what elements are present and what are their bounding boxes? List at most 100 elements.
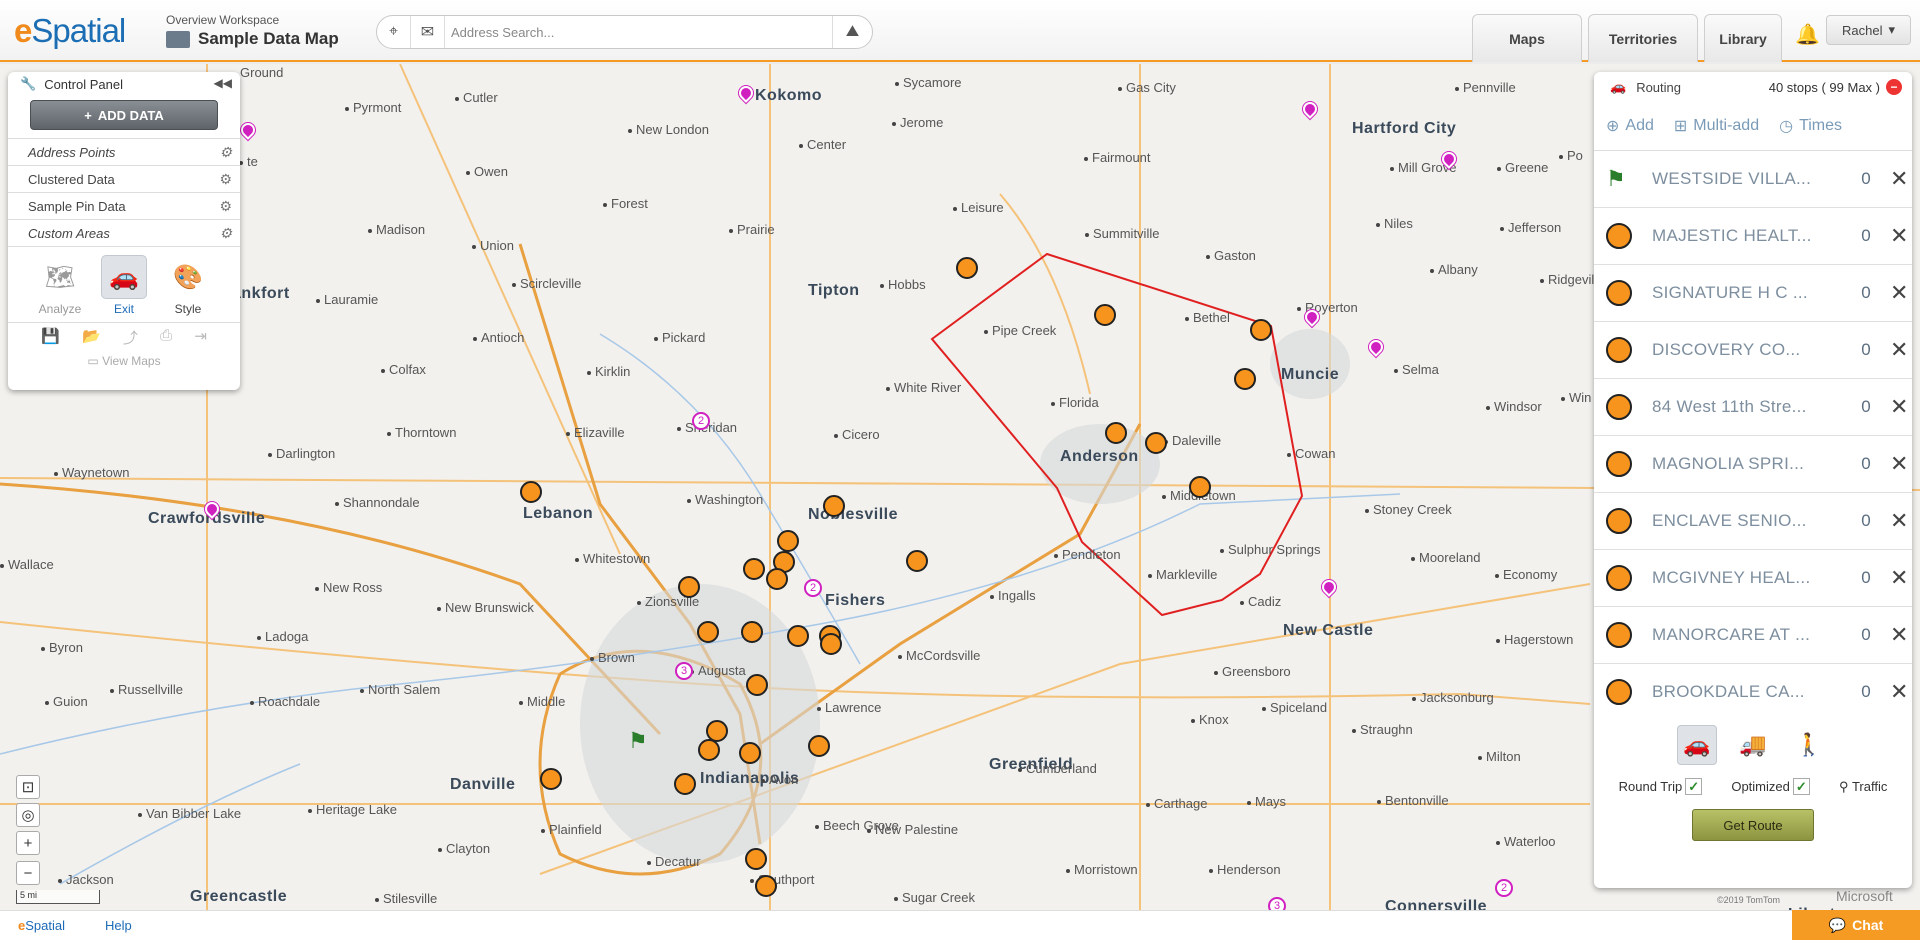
route-stop-marker[interactable] xyxy=(698,739,720,761)
print-icon[interactable]: ⎙ xyxy=(160,327,172,348)
route-stop-marker[interactable] xyxy=(808,735,830,757)
route-stop-marker[interactable] xyxy=(766,568,788,590)
remove-stop-icon[interactable]: ✕ xyxy=(1890,337,1908,363)
gear-icon[interactable]: ⚙ xyxy=(219,198,232,215)
gear-icon[interactable]: ⚙ xyxy=(219,144,232,161)
stop-row[interactable]: MANORCARE AT ... 0 ✕ xyxy=(1594,607,1912,664)
stop-row[interactable]: MAJESTIC HEALT... 0 ✕ xyxy=(1594,208,1912,265)
multi-add-button[interactable]: ⊞ Multi-add xyxy=(1674,116,1759,136)
start-flag-icon[interactable]: ⚑ xyxy=(628,728,648,754)
stop-marker-icon[interactable] xyxy=(1606,280,1632,306)
cluster-marker[interactable]: 2 xyxy=(804,579,822,597)
stop-marker-icon[interactable] xyxy=(1606,451,1632,477)
route-stop-marker[interactable] xyxy=(746,674,768,696)
stop-row[interactable]: ⚑ WESTSIDE VILLA... 0 ✕ xyxy=(1594,151,1912,208)
route-stop-marker[interactable] xyxy=(1145,432,1167,454)
cluster-marker[interactable]: 2 xyxy=(692,412,710,430)
optimized-option[interactable]: Optimized ✓ xyxy=(1731,778,1810,795)
gear-icon[interactable]: ⚙ xyxy=(219,225,232,242)
stop-list[interactable]: ⚑ WESTSIDE VILLA... 0 ✕ MAJESTIC HEALT... 0 ✕ S… xyxy=(1594,151,1912,711)
route-stop-marker[interactable] xyxy=(1250,319,1272,341)
stop-row[interactable]: MCGIVNEY HEAL... 0 ✕ xyxy=(1594,550,1912,607)
car-mode-icon[interactable]: 🚗 xyxy=(1677,725,1717,765)
message-pin-icon[interactable]: ✉ xyxy=(411,16,445,48)
remove-stop-icon[interactable]: ✕ xyxy=(1890,622,1908,648)
get-route-button[interactable]: Get Route xyxy=(1692,809,1814,841)
control-panel-header[interactable]: 🔧 Control Panel xyxy=(8,72,240,96)
tab-territories[interactable]: Territories xyxy=(1588,14,1698,62)
route-stop-marker[interactable] xyxy=(743,558,765,580)
locate-icon[interactable]: ◎ xyxy=(16,803,40,827)
route-stop-marker[interactable] xyxy=(1105,422,1127,444)
stop-row[interactable]: DISCOVERY CO... 0 ✕ xyxy=(1594,322,1912,379)
cluster-marker[interactable]: 3 xyxy=(1268,897,1286,910)
remove-stop-icon[interactable]: ✕ xyxy=(1890,565,1908,591)
stop-marker-icon[interactable] xyxy=(1606,622,1632,648)
truck-mode-icon[interactable]: 🚚 xyxy=(1733,725,1773,765)
route-stop-marker[interactable] xyxy=(697,621,719,643)
stop-marker-icon[interactable] xyxy=(1606,394,1632,420)
remove-stop-icon[interactable]: ✕ xyxy=(1890,280,1908,306)
pin-search-icon[interactable]: ⌖ xyxy=(377,16,411,48)
zoom-in-button[interactable]: + xyxy=(16,831,40,855)
tab-library[interactable]: Library xyxy=(1704,14,1782,62)
tool-exit[interactable]: 🚗 Exit xyxy=(99,255,149,316)
save-icon[interactable]: 💾 xyxy=(41,327,60,348)
add-data-button[interactable]: + ADD DATA xyxy=(30,100,218,130)
tab-maps[interactable]: Maps xyxy=(1472,14,1582,62)
times-button[interactable]: ◷ Times xyxy=(1779,116,1842,136)
remove-stop-icon[interactable]: ✕ xyxy=(1890,451,1908,477)
route-stop-marker[interactable] xyxy=(741,621,763,643)
add-stop-button[interactable]: ⊕ Add xyxy=(1606,116,1654,136)
layer-sample-pin-data[interactable]: Sample Pin Data ⚙ xyxy=(8,192,240,219)
cluster-marker[interactable]: 2 xyxy=(1495,879,1513,897)
close-routing-icon[interactable]: − xyxy=(1886,79,1902,95)
share-icon[interactable]: ⤴ xyxy=(123,327,138,348)
layer-address-points[interactable]: Address Points ⚙ xyxy=(8,138,240,165)
route-stop-marker[interactable] xyxy=(906,550,928,572)
stop-marker-icon[interactable] xyxy=(1606,223,1632,249)
stop-marker-icon[interactable] xyxy=(1606,565,1632,591)
folder-icon[interactable]: 📂 xyxy=(82,327,101,348)
route-stop-marker[interactable] xyxy=(1189,476,1211,498)
round-trip-option[interactable]: Round Trip ✓ xyxy=(1619,778,1703,795)
zoom-out-button[interactable]: − xyxy=(16,861,40,885)
route-stop-marker[interactable] xyxy=(755,875,777,897)
map-add-icon[interactable]: ⛰ xyxy=(832,16,872,48)
layer-custom-areas[interactable]: Custom Areas ⚙ xyxy=(8,219,240,246)
route-stop-marker[interactable] xyxy=(674,773,696,795)
route-stop-marker[interactable] xyxy=(956,257,978,279)
zoom-box-icon[interactable]: ⊡ xyxy=(16,775,40,799)
traffic-option[interactable]: ⚲ Traffic xyxy=(1839,779,1887,795)
espatial-logo[interactable]: eSpatial xyxy=(14,12,126,50)
remove-stop-icon[interactable]: ✕ xyxy=(1890,223,1908,249)
stop-row[interactable]: SIGNATURE H C ... 0 ✕ xyxy=(1594,265,1912,322)
remove-stop-icon[interactable]: ✕ xyxy=(1890,679,1908,705)
remove-stop-icon[interactable]: ✕ xyxy=(1890,508,1908,534)
workspace-title[interactable]: Sample Data Map xyxy=(166,29,339,49)
help-link[interactable]: Help xyxy=(105,918,132,933)
stop-marker-icon[interactable] xyxy=(1606,508,1632,534)
route-stop-marker[interactable] xyxy=(1094,304,1116,326)
tool-style[interactable]: 🎨 Style xyxy=(163,255,213,317)
export-icon[interactable]: ⇥ xyxy=(194,327,207,348)
search-input[interactable] xyxy=(445,18,832,46)
walk-mode-icon[interactable]: 🚶 xyxy=(1789,725,1829,765)
gear-icon[interactable]: ⚙ xyxy=(219,171,232,188)
stop-row[interactable]: ENCLAVE SENIO... 0 ✕ xyxy=(1594,493,1912,550)
cluster-marker[interactable]: 3 xyxy=(675,662,693,680)
bell-icon[interactable]: 🔔 xyxy=(1795,22,1820,47)
remove-stop-icon[interactable]: ✕ xyxy=(1890,166,1908,192)
remove-stop-icon[interactable]: ✕ xyxy=(1890,394,1908,420)
route-stop-marker[interactable] xyxy=(823,495,845,517)
route-stop-marker[interactable] xyxy=(820,633,842,655)
route-stop-marker[interactable] xyxy=(777,530,799,552)
stop-row[interactable]: 84 West 11th Stre... 0 ✕ xyxy=(1594,379,1912,436)
stop-row[interactable]: BROOKDALE CA... 0 ✕ xyxy=(1594,664,1912,711)
checkered-flag-icon[interactable]: ⚑ xyxy=(1606,166,1632,192)
stop-row[interactable]: MAGNOLIA SPRI... 0 ✕ xyxy=(1594,436,1912,493)
layer-clustered-data[interactable]: Clustered Data ⚙ xyxy=(8,165,240,192)
route-stop-marker[interactable] xyxy=(787,625,809,647)
round-trip-checkbox[interactable]: ✓ xyxy=(1685,778,1703,795)
view-maps-link[interactable]: ▭ View Maps xyxy=(8,352,240,368)
